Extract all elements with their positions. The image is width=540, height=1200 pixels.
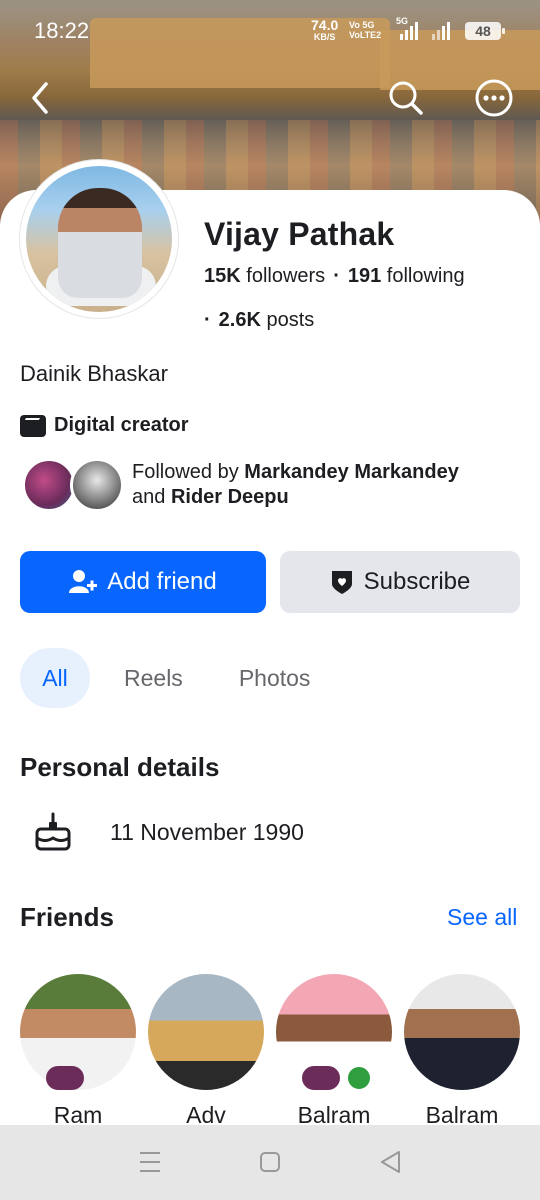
back-button[interactable] bbox=[22, 76, 62, 120]
signal-icon bbox=[432, 22, 450, 40]
friend-item[interactable]: Ram bbox=[20, 974, 136, 1129]
tab-photos[interactable]: Photos bbox=[239, 648, 311, 708]
net-speed: 74.0 KB/S bbox=[311, 17, 339, 42]
profile-name: Vijay Pathak bbox=[204, 216, 395, 252]
tab-reels[interactable]: Reels bbox=[124, 648, 183, 708]
mutual-avatar bbox=[70, 458, 124, 512]
profile-bio: Dainik Bhaskar bbox=[20, 361, 168, 386]
online-status-dot bbox=[344, 1063, 374, 1093]
profile-avatar[interactable] bbox=[20, 160, 178, 318]
personal-details-title: Personal details bbox=[20, 752, 220, 782]
profile-tabs: All Reels Photos bbox=[20, 648, 310, 708]
subscribe-badge-icon bbox=[331, 571, 352, 594]
friend-item[interactable]: Balram bbox=[276, 974, 392, 1129]
mutual-avatar bbox=[22, 458, 76, 512]
search-button[interactable] bbox=[384, 76, 428, 120]
volte-indicator: Vo 5G VoLTE2 bbox=[349, 20, 382, 40]
tab-all[interactable]: All bbox=[20, 648, 90, 708]
clapperboard-icon bbox=[20, 414, 46, 437]
following-link[interactable]: 191 following bbox=[348, 265, 465, 287]
battery-icon: 48 bbox=[465, 22, 505, 40]
friend-avatar bbox=[404, 974, 520, 1090]
friends-list: Ram Adv Balram Balram bbox=[20, 974, 520, 1129]
avatar-photo bbox=[26, 166, 172, 312]
menu-icon[interactable] bbox=[138, 1149, 162, 1175]
birthday-row: 11 November 1990 bbox=[34, 812, 304, 852]
birthday-cake-icon bbox=[35, 812, 71, 851]
status-time: 18:22 bbox=[34, 18, 90, 43]
back-triangle-icon[interactable] bbox=[378, 1149, 402, 1175]
posts-count: · 2.6K posts bbox=[204, 309, 315, 331]
add-person-icon bbox=[69, 570, 98, 593]
mutual-followers[interactable]: Followed by Markandey Markandey and Ride… bbox=[22, 458, 459, 512]
creator-badge-icon bbox=[46, 1066, 84, 1090]
more-dots-icon bbox=[475, 79, 513, 117]
friend-item[interactable]: Balram bbox=[404, 974, 520, 1129]
profile-stats: 15K followers · 191 following bbox=[204, 265, 465, 287]
more-options-button[interactable] bbox=[472, 76, 516, 120]
status-bar: 18:22 74.0 KB/S Vo 5G VoLTE2 5G 48 bbox=[0, 0, 540, 62]
add-friend-button[interactable]: Add friend bbox=[20, 551, 266, 613]
home-icon[interactable] bbox=[258, 1149, 282, 1175]
followers-link[interactable]: 15K followers bbox=[204, 265, 325, 287]
system-nav-bar bbox=[0, 1125, 540, 1200]
creator-badge-icon bbox=[302, 1066, 340, 1090]
friend-item[interactable]: Adv bbox=[148, 974, 264, 1129]
search-icon bbox=[389, 81, 423, 115]
friends-title: Friends bbox=[20, 902, 114, 932]
see-all-friends-link[interactable]: See all bbox=[447, 904, 517, 931]
friend-avatar bbox=[148, 974, 264, 1090]
back-arrow-icon bbox=[32, 82, 48, 114]
signal-icon bbox=[400, 22, 418, 40]
profile-category: Digital creator bbox=[20, 414, 188, 437]
subscribe-button[interactable]: Subscribe bbox=[280, 551, 520, 613]
mutual-followers-text: Followed by Markandey Markandey and Ride… bbox=[132, 461, 459, 508]
birthday-text: 11 November 1990 bbox=[110, 818, 304, 845]
